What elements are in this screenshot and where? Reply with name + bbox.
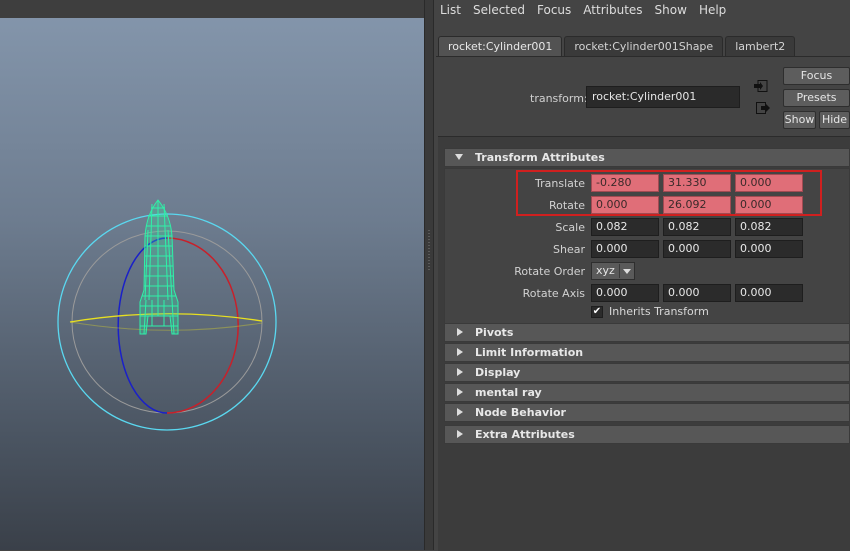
attribute-scroll-area[interactable]: Transform Attributes Translate -0.280 31… [438,136,850,551]
focus-input-icon[interactable] [754,80,768,92]
menu-focus[interactable]: Focus [531,0,577,20]
section-extra-attributes[interactable]: Extra Attributes [444,425,850,444]
section-collapse-icon [455,154,463,160]
panel-splitter[interactable] [424,0,434,550]
translate-label: Translate [535,177,585,190]
section-expand-icon [457,368,463,376]
tab-transform-node[interactable]: rocket:Cylinder001 [438,36,563,56]
menu-show[interactable]: Show [649,0,693,20]
translate-z-field[interactable]: 0.000 [735,174,803,192]
transform-attributes-body: Translate -0.280 31.330 0.000 Rotate 0.0… [444,168,850,326]
focus-output-icon[interactable] [756,102,770,114]
rotate-x-field[interactable]: 0.000 [591,196,659,214]
section-transform-attributes[interactable]: Transform Attributes [444,148,850,167]
scale-label: Scale [555,221,585,234]
transform-name-field[interactable]: rocket:Cylinder001 [586,86,740,108]
shear-label: Shear [553,243,585,256]
menu-bar: List Selected Focus Attributes Show Help [434,0,850,20]
section-mental-ray[interactable]: mental ray [444,383,850,402]
viewport-scene [57,199,277,431]
scale-y-field[interactable]: 0.082 [663,218,731,236]
section-expand-icon [457,430,463,438]
scale-x-field[interactable]: 0.082 [591,218,659,236]
section-title: Node Behavior [475,406,566,419]
section-pivots[interactable]: Pivots [444,323,850,342]
menu-selected[interactable]: Selected [467,0,531,20]
menu-attributes[interactable]: Attributes [577,0,648,20]
rotate-z-field[interactable]: 0.000 [735,196,803,214]
section-expand-icon [457,328,463,336]
translate-x-field[interactable]: -0.280 [591,174,659,192]
node-tabs: rocket:Cylinder001 rocket:Cylinder001Sha… [438,36,797,56]
rotate-order-label: Rotate Order [514,265,585,278]
splitter-grip-icon [428,230,430,270]
hide-button[interactable]: Hide [819,111,850,129]
inherits-transform-label: Inherits Transform [609,305,709,318]
section-title: Limit Information [475,346,584,359]
scale-z-field[interactable]: 0.082 [735,218,803,236]
dropdown-separator [619,264,620,278]
rocket-model[interactable] [139,199,179,335]
section-title: mental ray [475,386,542,399]
attribute-editor: List Selected Focus Attributes Show Help… [434,0,850,551]
section-display[interactable]: Display [444,363,850,382]
section-limit-information[interactable]: Limit Information [444,343,850,362]
shear-x-field[interactable]: 0.000 [591,240,659,258]
rotate-axis-x-field[interactable]: 0.000 [591,284,659,302]
checkmark-icon: ✔ [592,306,602,317]
tab-shape-node[interactable]: rocket:Cylinder001Shape [564,36,724,56]
section-title: Display [475,366,521,379]
viewport-3d[interactable] [0,0,424,550]
rotate-order-value: xyz [596,264,615,277]
translate-y-field[interactable]: 31.330 [663,174,731,192]
shear-z-field[interactable]: 0.000 [735,240,803,258]
menu-help[interactable]: Help [693,0,732,20]
rotate-axis-z-field[interactable]: 0.000 [735,284,803,302]
section-title: Pivots [475,326,514,339]
rotate-order-dropdown[interactable]: xyz [591,262,635,280]
rotate-axis-y-field[interactable]: 0.000 [663,284,731,302]
presets-button[interactable]: Presets [783,89,850,107]
shear-y-field[interactable]: 0.000 [663,240,731,258]
rotate-axis-label: Rotate Axis [522,287,585,300]
tab-divider [436,56,850,57]
section-expand-icon [457,408,463,416]
dropdown-arrow-icon [623,269,631,274]
show-button[interactable]: Show [783,111,816,129]
section-expand-icon [457,348,463,356]
section-title: Transform Attributes [475,151,605,164]
focus-button[interactable]: Focus [783,67,850,85]
transform-label: transform: [530,92,588,105]
rotate-label: Rotate [548,199,585,212]
inherits-transform-checkbox[interactable]: ✔ [591,306,603,318]
menu-list[interactable]: List [434,0,467,20]
section-title: Extra Attributes [475,428,575,441]
tab-material-node[interactable]: lambert2 [725,36,796,56]
rotate-y-field[interactable]: 26.092 [663,196,731,214]
section-node-behavior[interactable]: Node Behavior [444,403,850,422]
section-expand-icon [457,388,463,396]
